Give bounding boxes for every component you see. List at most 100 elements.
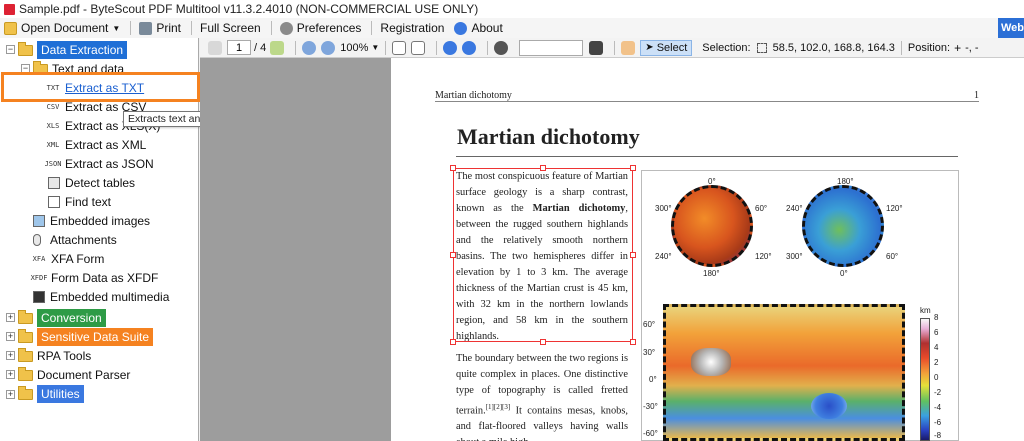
selection-handle[interactable] [630,252,636,258]
folder-icon [18,41,33,56]
toolbar-separator [295,40,297,55]
zoom-out-icon[interactable] [302,40,317,55]
rpa-tools-label: RPA Tools [37,349,92,363]
tree-item-document-parser[interactable]: Document Parser [18,366,130,384]
rotate-left-icon[interactable] [443,40,458,55]
viewer-toolbar: / 4 100% ▼ ➤ Select Selection: 58.5, 102… [200,38,1024,58]
rotate-right-icon[interactable] [462,40,477,55]
globe-label: 120° [886,204,903,213]
selection-value: 58.5, 102.0, 168.8, 164.3 [772,41,895,54]
print-button[interactable]: Print [139,21,181,35]
tree-item-extract-xml[interactable]: XML Extract as XML [44,136,147,154]
about-label: About [471,21,503,35]
selection-handle[interactable] [540,165,546,171]
expand-toggle-icon[interactable]: + [6,351,15,360]
previous-page-icon[interactable] [208,40,222,55]
fit-page-icon[interactable] [392,40,407,55]
selection-handle[interactable] [450,165,456,171]
toolbar-separator [385,40,387,55]
expand-toggle-icon[interactable]: + [6,390,15,399]
tree-item-detect-tables[interactable]: Detect tables [48,174,135,192]
latitude-label: 30° [643,348,656,357]
text-selection-rect[interactable] [453,168,633,342]
film-icon [33,291,45,303]
folder-icon [18,385,33,400]
hellas-basin [811,393,847,419]
tree-item-conversion[interactable]: Conversion [18,309,106,327]
tree-item-embedded-images[interactable]: Embedded images [33,212,150,230]
about-button[interactable]: About [454,21,503,35]
colorbar-tick: 0 [934,373,939,382]
tree-item-embedded-multimedia[interactable]: Embedded multimedia [33,288,169,306]
tree-item-attachments[interactable]: Attachments [33,231,117,249]
json-file-icon: JSON [44,160,62,168]
tree-item-rpa-tools[interactable]: RPA Tools [18,347,91,365]
binoculars-search-icon[interactable] [589,40,604,55]
zoom-in-icon[interactable] [321,40,336,55]
zoom-dropdown-arrow-icon[interactable]: ▼ [371,43,379,52]
fit-width-icon[interactable] [411,40,426,55]
selection-handle[interactable] [630,339,636,345]
attachments-label: Attachments [50,233,117,247]
selection-handle[interactable] [540,339,546,345]
page-number: 1 [974,90,979,101]
tree-item-data-extraction[interactable]: Data Extraction [18,41,128,59]
colorbar-tick: 2 [934,358,939,367]
full-screen-label: Full Screen [200,21,261,35]
collapse-toggle-icon[interactable]: − [6,45,15,54]
zoom-level[interactable]: 100% [340,42,368,54]
colorbar-tick: 4 [934,343,939,352]
hand-tool-icon[interactable] [621,40,636,55]
dropdown-arrow-icon[interactable]: ▼ [112,24,120,33]
selection-handle[interactable] [450,252,456,258]
find-text-icon [48,196,60,208]
toolbar-separator [614,40,616,55]
detect-tables-label: Detect tables [65,176,136,190]
tree-item-find-text[interactable]: Find text [48,193,111,211]
tree-item-xfa-form[interactable]: XFA XFA Form [30,250,105,268]
search-input[interactable] [519,39,584,56]
xfdf-file-icon: XFDF [30,274,48,282]
colorbar-tick: -8 [934,431,942,440]
globe-label: 0° [708,177,716,186]
gear-icon [279,21,293,35]
running-header: Martian dichotomy 1 [435,90,979,102]
selection-handle[interactable] [450,339,456,345]
tree-item-utilities[interactable]: Utilities [18,385,84,403]
toolbar-separator [270,21,272,35]
tree-item-sensitive-data-suite[interactable]: Sensitive Data Suite [18,328,154,346]
highlight-frame [1,72,200,102]
conversion-label: Conversion [37,309,106,327]
selection-handle[interactable] [630,165,636,171]
xls-file-icon: XLS [46,122,60,130]
form-data-xfdf-label: Form Data as XFDF [51,271,159,285]
mars-globe-south [802,185,884,267]
web-tab[interactable]: Web [998,18,1024,38]
select-tool-button[interactable]: ➤ Select [640,39,693,56]
cursor-arrow-icon: ➤ [645,42,654,53]
contrast-icon[interactable] [494,40,509,55]
next-page-icon[interactable] [270,40,285,55]
extract-json-label: Extract as JSON [65,157,154,171]
position-value: -, - [965,41,979,54]
registration-button[interactable]: Registration [380,21,444,35]
expand-toggle-icon[interactable]: + [6,332,15,341]
info-icon [454,21,468,35]
open-document-button[interactable]: Open Document ▼ [4,21,120,35]
expand-toggle-icon[interactable]: + [6,370,15,379]
tree-item-form-data-xfdf[interactable]: XFDF Form Data as XFDF [30,269,159,287]
expand-toggle-icon[interactable]: + [6,313,15,322]
pdf-page[interactable]: Martian dichotomy 1 Martian dichotomy Th… [391,58,1024,441]
page-title: Martian dichotomy [457,124,640,149]
toolbar-separator [436,40,438,55]
globe-label: 300° [786,252,803,261]
xfa-file-icon: XFA [32,255,46,263]
tree-item-extract-json[interactable]: JSON Extract as JSON [44,155,154,173]
document-viewer[interactable]: Martian dichotomy 1 Martian dichotomy Th… [200,58,1024,441]
full-screen-button[interactable]: Full Screen [200,21,261,35]
page-number-input[interactable] [227,40,251,55]
preferences-button[interactable]: Preferences [279,21,361,35]
elevation-colorbar [920,318,930,441]
colorbar-unit: km [920,306,931,315]
document-parser-label: Document Parser [37,368,131,382]
